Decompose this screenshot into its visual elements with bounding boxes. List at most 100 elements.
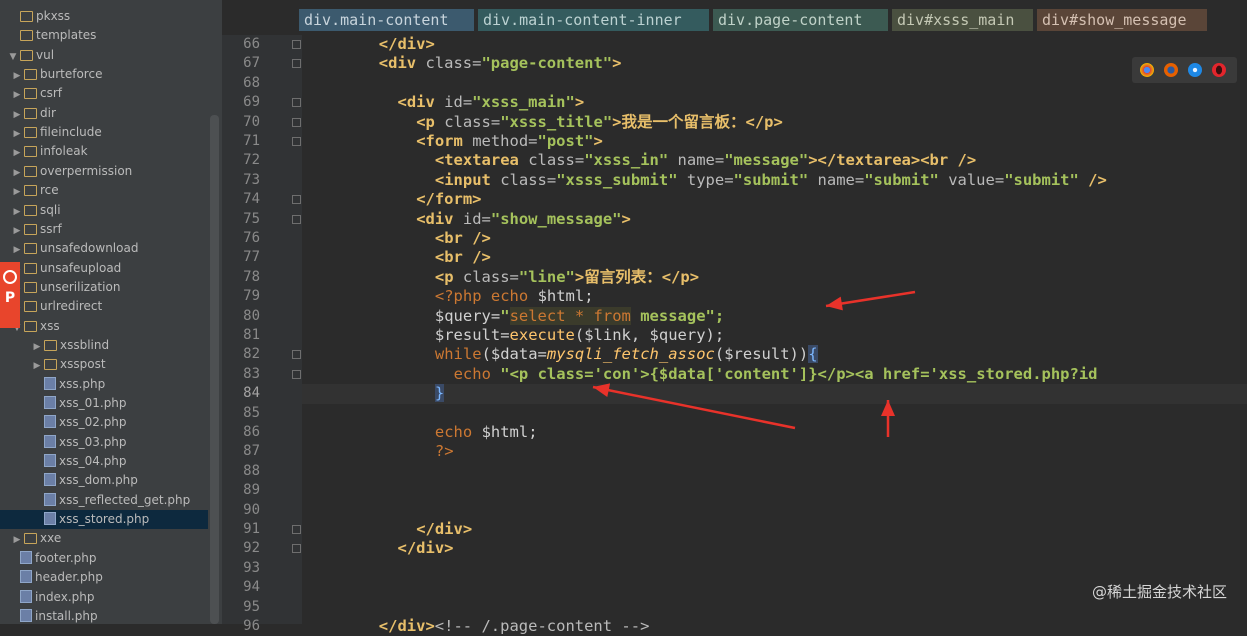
code-line[interactable]: <textarea class="xsss_in" name="message"… [435,151,976,170]
code-line[interactable]: echo "<p class='con'>{$data['content']}<… [454,365,1098,384]
code-editor[interactable]: div.main-content div.main-content-inner di… [222,0,1247,635]
tree-folder[interactable]: ▶unserilization [0,278,208,297]
tree-file[interactable]: xss.php [0,375,208,394]
tree-file[interactable]: xss_04.php [0,452,208,471]
tree-folder[interactable]: ▼xss [0,317,208,336]
chevron-right-icon[interactable]: ▶ [10,531,24,550]
fold-marker[interactable] [292,350,301,360]
sidebar-scrollbar[interactable] [210,115,219,624]
code-line[interactable]: <br /> [435,248,491,267]
fold-marker[interactable] [292,369,301,379]
tree-folder[interactable]: ▶ overpermission [0,162,208,181]
tree-file[interactable]: xss_03.php [0,433,208,452]
tree-folder[interactable]: ▶ unsafedownload [0,239,208,258]
code-line[interactable]: <p class="line">留言列表：</p> [435,268,699,287]
tree-folder[interactable]: ▶ fileinclude [0,123,208,142]
code-line[interactable]: } [434,384,445,403]
code-line[interactable]: </form> [416,190,481,209]
fold-marker[interactable] [292,195,301,205]
tree-file[interactable]: index.php [0,588,208,607]
breadcrumb-item[interactable]: div#show_message [1037,9,1207,31]
tree-item-label: footer.php [35,550,97,565]
chevron-right-icon[interactable]: ▶ [10,86,24,105]
code-token: class= [444,112,501,131]
chevron-right-icon[interactable]: ▶ [10,144,24,163]
fold-marker[interactable] [292,117,301,127]
tree-file[interactable]: xss_02.php [0,413,208,432]
tree-item-label: xss_stored.php [59,512,150,527]
code-line[interactable]: ?> [435,442,454,461]
chevron-right-icon[interactable]: ▶ [10,67,24,86]
tree-file[interactable]: xss_01.php [0,394,208,413]
code-line[interactable]: <br /> [435,229,491,248]
tree-file[interactable]: xss_stored.php [0,510,208,530]
tree-folder[interactable]: pkxss [0,7,208,26]
tree-file[interactable]: header.php [0,568,208,587]
line-number: 75 [243,210,260,227]
tree-file[interactable]: footer.php [0,549,208,568]
fold-marker[interactable] [292,40,301,49]
tree-folder[interactable]: ▶ burteforce [0,65,208,84]
chevron-right-icon[interactable]: ▶ [10,106,24,125]
safari-icon[interactable] [1188,63,1202,77]
code-line[interactable]: <div id="show_message"> [416,210,631,229]
chevron-right-icon[interactable]: ▶ [10,125,24,144]
fold-marker[interactable] [292,544,301,554]
tree-file[interactable]: xss_reflected_get.php [0,491,208,510]
tree-folder[interactable]: ▶urlredirect [0,297,208,316]
tree-folder[interactable]: ▶unsafeupload [0,259,208,278]
tree-folder[interactable]: ▶ xxe [0,529,208,548]
code-token: > [612,54,622,73]
tree-folder[interactable]: ▶ rce [0,181,208,200]
breadcrumb-item[interactable]: div.main-content-inner [478,9,709,31]
fold-marker[interactable] [292,98,301,108]
opera-icon[interactable] [1212,63,1226,77]
tree-folder[interactable]: templates [0,26,208,45]
chevron-right-icon[interactable]: ▶ [10,241,24,260]
tree-file[interactable]: install.php [0,607,208,624]
tree-file[interactable]: xss_dom.php [0,471,208,490]
code-line[interactable]: $query="select * from message"; [435,306,724,326]
breadcrumb-item[interactable]: div#xsss_main [892,9,1033,31]
code-line[interactable]: </div> [398,539,454,558]
tree-folder[interactable]: ▶ dir [0,104,208,123]
chevron-right-icon[interactable]: ▶ [10,203,24,222]
code-line[interactable]: <input class="xsss_submit" type="submit"… [435,171,1107,190]
code-line[interactable]: </div><!-- /.page-content --> [379,617,650,636]
plugin-badge[interactable]: P [0,262,20,328]
fold-marker[interactable] [292,525,301,534]
tree-folder[interactable]: ▶ xsspost [0,355,208,374]
code-token: "submit" [1004,170,1079,189]
breadcrumb-item[interactable]: div.page-content [713,9,888,31]
tree-folder[interactable]: ▶ sqli [0,201,208,220]
code-line[interactable]: </div> [379,35,435,54]
firefox-icon[interactable] [1164,63,1178,77]
code-line[interactable]: $result=execute($link, $query); [435,326,724,345]
tree-folder[interactable]: ▶ ssrf [0,220,208,239]
fold-marker[interactable] [292,214,301,224]
chevron-right-icon[interactable]: ▶ [10,222,24,241]
line-number: 88 [243,462,260,479]
tree-folder[interactable]: ▶ xssblind [0,336,208,355]
chevron-right-icon[interactable]: ▶ [30,338,44,357]
code-line[interactable]: <p class="xsss_title">我是一个留言板：</p> [416,113,783,132]
code-line[interactable]: <div id="xsss_main"> [398,93,585,112]
fold-marker[interactable] [292,59,301,69]
chevron-right-icon[interactable]: ▶ [10,164,24,183]
code-line[interactable]: </div> [416,520,472,539]
tree-folder[interactable]: ▼ vul [0,46,208,65]
tree-folder[interactable]: ▶ infoleak [0,142,208,161]
tree-folder[interactable]: ▶ csrf [0,84,208,103]
code-line[interactable]: <form method="post"> [416,132,603,151]
code-line[interactable]: while($data=mysqli_fetch_assoc($result))… [435,345,818,364]
chevron-right-icon[interactable]: ▶ [30,357,44,376]
breadcrumb-item[interactable]: div.main-content [299,9,474,31]
code-line[interactable]: <?php echo $html; [435,287,594,306]
chevron-right-icon[interactable]: ▶ [10,183,24,202]
code-line[interactable]: <div class="page-content"> [379,54,622,73]
chrome-icon[interactable] [1140,63,1154,77]
code-line[interactable]: echo $html; [435,423,538,442]
fold-marker[interactable] [292,137,301,146]
chevron-down-icon[interactable]: ▼ [6,48,20,67]
tree-item-label: unserilization [40,279,121,294]
